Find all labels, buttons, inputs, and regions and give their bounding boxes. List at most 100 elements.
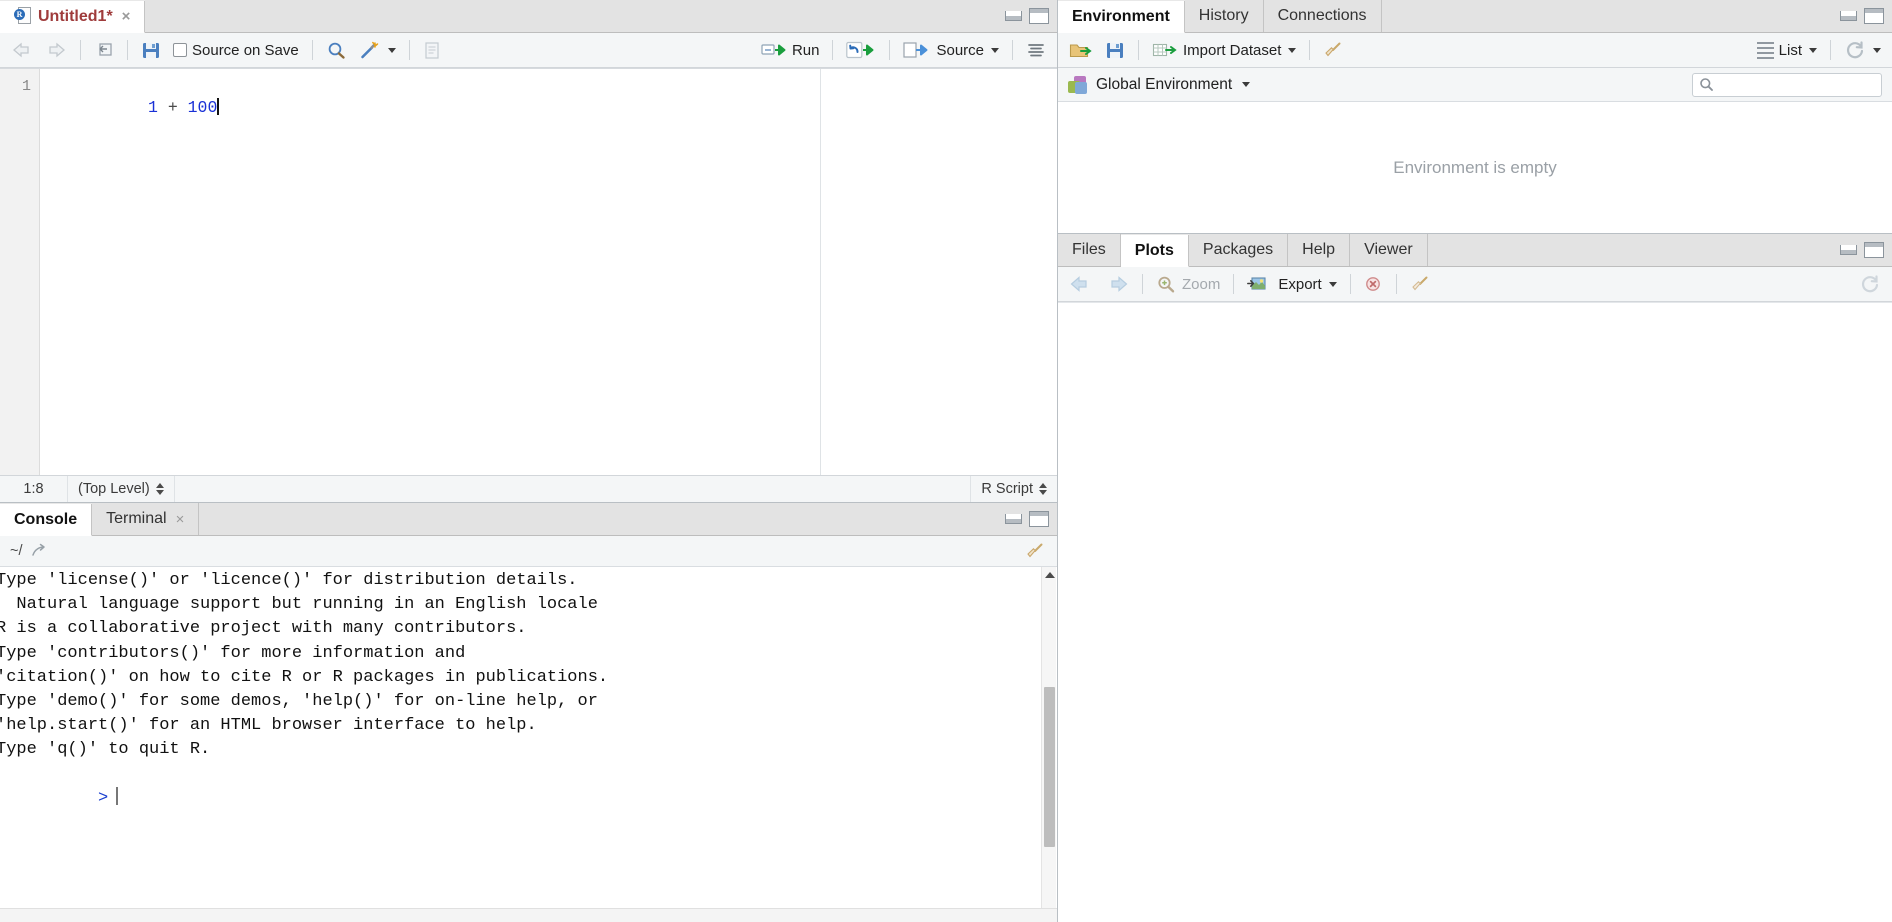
source-tabbar-empty [145, 0, 1057, 32]
back-arrow-icon[interactable] [6, 37, 38, 63]
maximize-icon[interactable] [1864, 242, 1884, 258]
scope-selector[interactable]: (Top Level) [68, 476, 175, 502]
save-workspace-icon[interactable] [1100, 37, 1130, 63]
close-icon[interactable]: × [176, 512, 185, 527]
view-mode-selector[interactable]: List [1752, 37, 1822, 63]
list-view-icon [1756, 41, 1774, 59]
source-editor[interactable]: 1 1 + 100 [0, 68, 1057, 475]
maximize-icon[interactable] [1029, 8, 1049, 24]
source-statusbar: 1:8 (Top Level) R Script [0, 475, 1057, 502]
editor-code-area[interactable]: 1 + 100 [40, 69, 1057, 475]
tab-help[interactable]: Help [1288, 234, 1351, 266]
maximize-icon[interactable] [1864, 8, 1884, 24]
environment-window-controls [1840, 8, 1884, 24]
compile-report-icon[interactable] [418, 37, 446, 63]
tab-connections[interactable]: Connections [1263, 0, 1382, 32]
save-icon[interactable] [136, 37, 166, 63]
maximize-icon[interactable] [1029, 511, 1049, 527]
tab-terminal-label: Terminal [106, 510, 167, 527]
code-token-number-2: 100 [187, 98, 218, 117]
load-workspace-icon[interactable] [1064, 37, 1098, 63]
files-tabbar-empty [1427, 234, 1892, 266]
tab-plots[interactable]: Plots [1120, 235, 1189, 267]
source-tab-untitled1[interactable]: R Untitled1* × [0, 1, 146, 33]
files-tabbar: Files Plots Packages Help Viewer [1058, 234, 1892, 267]
back-arrow-icon[interactable] [1064, 271, 1098, 297]
run-button[interactable]: Run [756, 37, 825, 63]
tab-terminal[interactable]: Terminal × [92, 503, 200, 535]
editor-margin-line [820, 69, 821, 475]
source-toolbar: Source on Save Run Source [0, 33, 1057, 68]
environment-selector-row: Global Environment [1058, 68, 1892, 102]
tab-history[interactable]: History [1184, 0, 1264, 32]
file-type-selector[interactable]: R Script [970, 476, 1057, 502]
chevron-down-icon[interactable] [1242, 82, 1251, 87]
environment-pane: Environment History Connections Import D… [1058, 0, 1892, 233]
tab-environment-label: Environment [1072, 7, 1170, 25]
broom-icon[interactable] [1405, 271, 1437, 297]
forward-arrow-icon[interactable] [40, 37, 72, 63]
show-in-new-window-icon[interactable] [89, 37, 119, 63]
console-path-bar: ~/ [0, 536, 1057, 567]
global-environment-label[interactable]: Global Environment [1096, 76, 1232, 94]
zoom-button[interactable]: Zoom [1151, 271, 1225, 297]
refresh-button[interactable] [1839, 37, 1886, 63]
global-environment-icon [1068, 75, 1088, 94]
scroll-up-icon[interactable] [1042, 567, 1057, 583]
tab-console-label: Console [14, 510, 78, 528]
minimize-icon[interactable] [1005, 514, 1022, 524]
line-number: 1 [21, 78, 31, 95]
tab-environment[interactable]: Environment [1058, 1, 1185, 33]
tab-plots-label: Plots [1134, 241, 1174, 259]
source-label: Source [936, 41, 984, 59]
files-window-controls [1840, 242, 1884, 258]
tab-history-label: History [1198, 7, 1249, 24]
chevron-updown-icon [155, 483, 164, 495]
scrollbar-thumb[interactable] [1044, 687, 1055, 847]
forward-arrow-icon[interactable] [1100, 271, 1134, 297]
console-prompt-line[interactable]: > [0, 763, 1057, 836]
text-cursor [217, 98, 219, 115]
source-pane: R Untitled1* × Source on Save Run Source… [0, 0, 1057, 502]
console-working-directory[interactable]: ~/ [10, 543, 23, 559]
environment-tabbar-empty [1381, 0, 1892, 32]
scope-label: (Top Level) [78, 481, 150, 497]
export-label: Export [1278, 275, 1322, 293]
minimize-icon[interactable] [1840, 245, 1857, 255]
source-button[interactable]: Source [898, 37, 1004, 63]
tab-console[interactable]: Console [0, 504, 93, 536]
find-replace-icon[interactable] [321, 37, 352, 63]
export-button[interactable]: Export [1242, 271, 1341, 297]
rerun-icon[interactable] [841, 37, 881, 63]
code-tools-icon[interactable] [354, 37, 401, 63]
console-window-controls [1005, 511, 1049, 527]
tab-connections-label: Connections [1277, 7, 1367, 24]
environment-toolbar: Import Dataset List [1058, 33, 1892, 68]
environment-search-input[interactable] [1692, 72, 1882, 97]
import-dataset-label: Import Dataset [1183, 41, 1282, 59]
tab-packages[interactable]: Packages [1188, 234, 1289, 266]
close-icon[interactable]: × [122, 9, 131, 24]
broom-icon[interactable] [1318, 37, 1350, 63]
refresh-icon[interactable] [1854, 271, 1886, 297]
broom-icon[interactable] [1025, 542, 1047, 560]
console-output[interactable]: Type 'license()' or 'licence()' for dist… [0, 567, 1057, 922]
tab-viewer[interactable]: Viewer [1350, 234, 1428, 266]
plots-body [1058, 302, 1892, 922]
rstudio-window: R Untitled1* × Source on Save Run Source… [0, 0, 1892, 922]
open-in-window-icon[interactable] [31, 543, 49, 559]
document-outline-icon[interactable] [1021, 37, 1051, 63]
minimize-icon[interactable] [1840, 11, 1857, 21]
r-script-icon: R [14, 7, 31, 26]
prompt-symbol: > [98, 788, 109, 808]
import-dataset-button[interactable]: Import Dataset [1147, 37, 1301, 63]
console-line: Type 'contributors()' for more informati… [0, 643, 466, 663]
tab-files[interactable]: Files [1058, 234, 1121, 266]
minimize-icon[interactable] [1005, 11, 1022, 21]
source-on-save-checkbox[interactable]: Source on Save [168, 37, 304, 63]
remove-plot-icon[interactable] [1359, 271, 1388, 297]
source-tab-label: Untitled1* [38, 7, 113, 25]
plots-toolbar: Zoom Export [1058, 267, 1892, 302]
tab-packages-label: Packages [1202, 241, 1274, 258]
console-scrollbar[interactable] [1041, 567, 1056, 922]
